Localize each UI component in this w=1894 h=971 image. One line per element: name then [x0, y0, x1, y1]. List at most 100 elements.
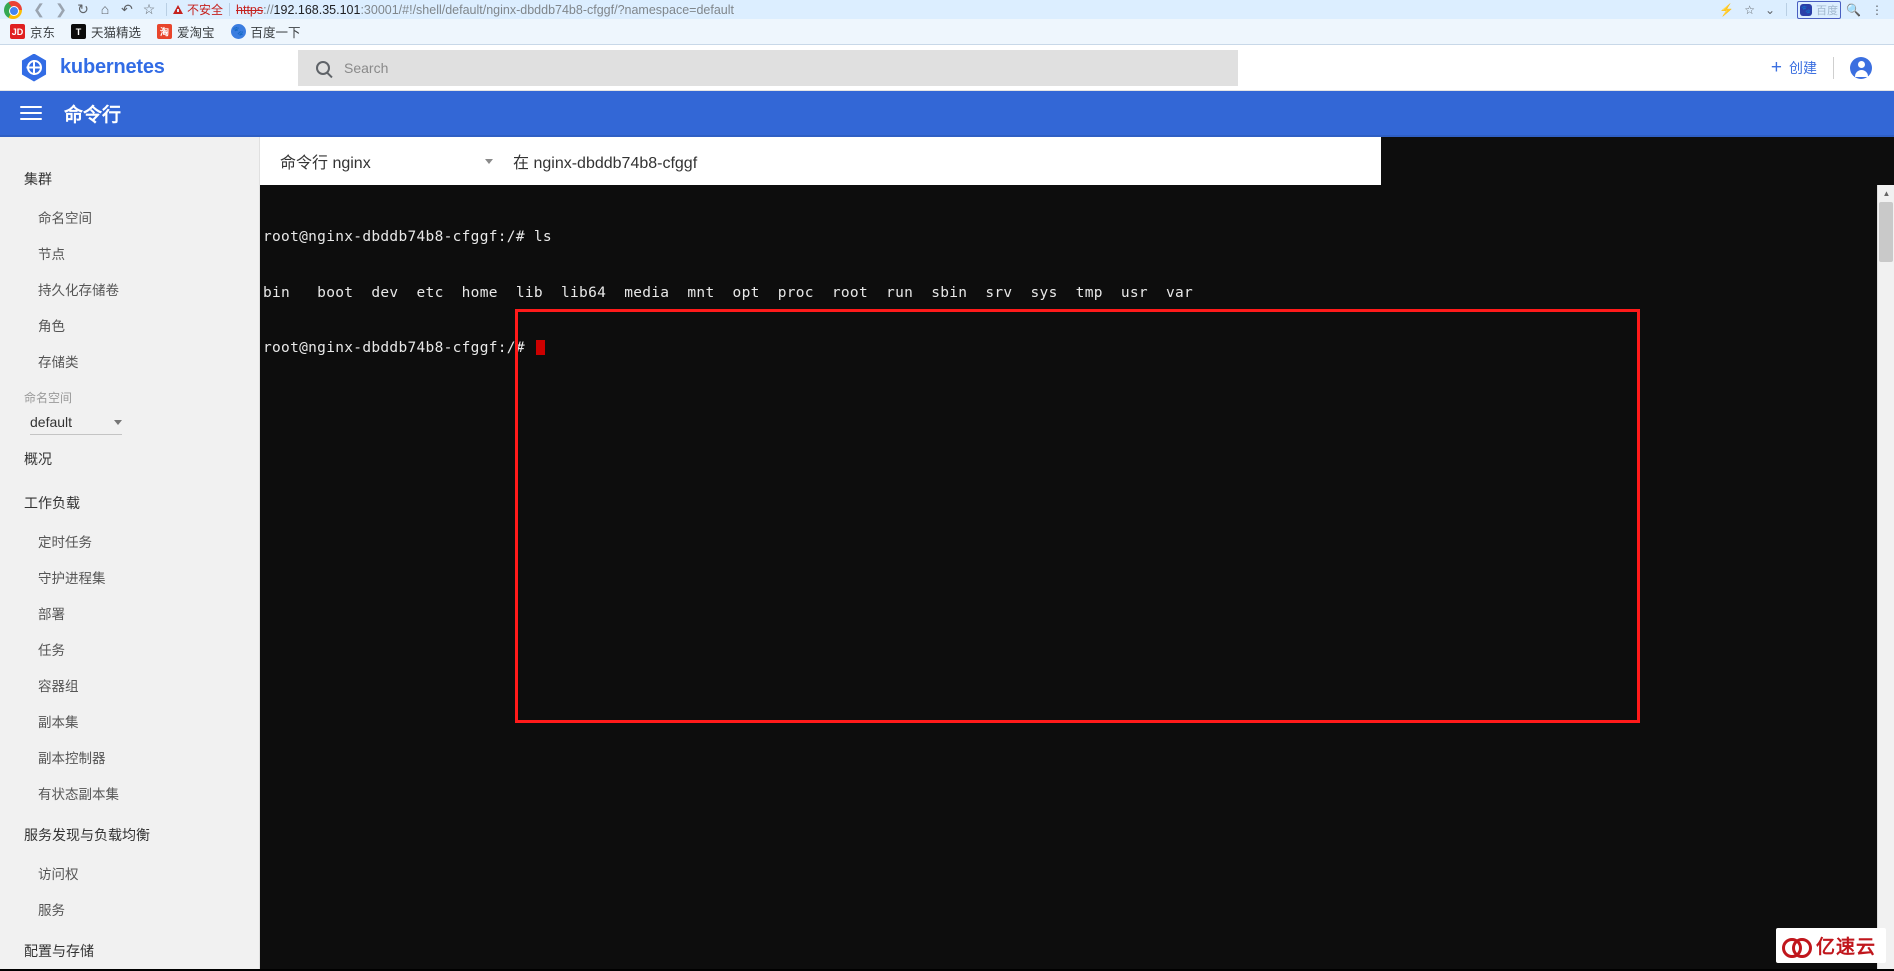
sidebar-item-services[interactable]: 服务	[0, 891, 259, 927]
baidu-extension-label: 百度	[1816, 4, 1839, 17]
sidebar-item-namespaces[interactable]: 命名空间	[0, 199, 259, 235]
container-select-label: 命令行 nginx	[280, 155, 371, 172]
search-icon	[316, 60, 330, 75]
browser-toolbar-right: ⚡ ☆ ⌄ 🐾 百度 🔍 ⋮	[1714, 0, 1894, 19]
sidebar-item-overview[interactable]: 概况	[0, 435, 259, 479]
bookmark-label: 天猫精选	[91, 26, 142, 40]
app-wordmark: kubernetes	[60, 56, 165, 78]
sidebar-item-deployments[interactable]: 部署	[0, 595, 259, 631]
bolt-icon[interactable]: ⚡	[1719, 3, 1734, 17]
shell-panel: 命令行 nginx 在 nginx-dbddb74b8-cfggf root@n…	[260, 137, 1894, 969]
plus-icon: +	[1770, 57, 1782, 78]
terminal-prompt: root@nginx-dbddb74b8-cfggf:/#	[263, 340, 534, 356]
sidebar-item-jobs[interactable]: 任务	[0, 631, 259, 667]
terminal-prompt-line: root@nginx-dbddb74b8-cfggf:/#	[263, 339, 1894, 358]
search-input[interactable]	[344, 59, 1174, 76]
url-separator: ://	[263, 2, 274, 17]
sidebar-item-storage-classes[interactable]: 存储类	[0, 343, 259, 379]
yisuyun-cloud-icon	[1781, 935, 1812, 958]
scrollbar-thumb[interactable]	[1879, 202, 1893, 262]
back-arrow-icon[interactable]: ❮	[28, 0, 50, 19]
sidebar-group-workloads: 工作负载	[24, 495, 80, 511]
warning-triangle-icon	[173, 5, 183, 14]
namespace-selected-value: default	[30, 414, 73, 430]
bookmark-baidu[interactable]: 🐾 百度一下	[230, 22, 301, 41]
triangle-up-icon[interactable]: ▲	[1878, 185, 1894, 202]
namespace-section-label: 命名空间	[24, 391, 73, 405]
star-outline-icon[interactable]: ☆	[1744, 3, 1755, 17]
sidebar-group-config: 配置与存储	[24, 943, 94, 959]
tmall-icon: T	[71, 24, 87, 39]
url-port: :30001	[360, 2, 399, 17]
sidebar-item-pods[interactable]: 容器组	[0, 667, 259, 703]
account-circle-icon[interactable]	[1850, 56, 1872, 79]
terminal-output[interactable]: root@nginx-dbddb74b8-cfggf:/# ls bin boo…	[260, 185, 1894, 969]
header-divider	[1833, 56, 1834, 79]
shell-select-bar: 命令行 nginx 在 nginx-dbddb74b8-cfggf	[260, 137, 1381, 185]
bookmark-taobao[interactable]: 淘 爱淘宝	[157, 22, 215, 41]
url-path: /#!/shell/default/nginx-dbddb74b8-cfggf/…	[398, 2, 734, 17]
sidebar-item-roles[interactable]: 角色	[0, 307, 259, 343]
search-icon[interactable]: 🔍	[1846, 3, 1861, 17]
jd-icon: JD	[10, 24, 25, 39]
browser-chrome: ❮ ❯ ↻ ⌂ ↶ ☆ 不安全 https://192.168.35.101:3…	[0, 0, 1894, 45]
url-divider	[229, 3, 231, 16]
history-icon[interactable]: ↶	[116, 0, 138, 19]
create-label: 创建	[1789, 59, 1817, 76]
taobao-icon: 淘	[157, 24, 173, 39]
sidebar-item-replication-controllers[interactable]: 副本控制器	[0, 739, 259, 775]
ext-divider	[1786, 3, 1788, 16]
chevron-down-icon	[485, 158, 493, 164]
reload-icon[interactable]: ↻	[72, 0, 94, 19]
page-title: 命令行	[64, 104, 122, 126]
sidebar-group-discovery: 服务发现与负载均衡	[24, 827, 150, 843]
star-icon[interactable]: ☆	[138, 0, 160, 19]
bookmark-jd[interactable]: JD 京东	[10, 22, 55, 41]
terminal-scrollbar[interactable]: ▲	[1877, 185, 1894, 969]
security-warning[interactable]: 不安全	[173, 1, 223, 18]
baidu-icon: 🐾	[230, 24, 246, 39]
chevron-down-icon[interactable]: ⌄	[1765, 3, 1775, 17]
bookmarks-bar: JD 京东 T 天猫精选 淘 爱淘宝 🐾 百度一下	[0, 19, 1894, 45]
hamburger-menu-icon[interactable]	[20, 102, 42, 124]
baidu-extension-button[interactable]: 🐾 百度	[1797, 0, 1842, 19]
sidebar-item-cron-jobs[interactable]: 定时任务	[0, 523, 259, 559]
browser-toolbar: ❮ ❯ ↻ ⌂ ↶ ☆ 不安全 https://192.168.35.101:3…	[0, 0, 1894, 19]
app-header: kubernetes + 创建	[0, 45, 1894, 91]
url-scheme: https	[236, 2, 264, 17]
sidebar-item-stateful-sets[interactable]: 有状态副本集	[0, 775, 259, 811]
address-bar[interactable]: https://192.168.35.101:30001/#!/shell/de…	[236, 3, 734, 17]
bookmark-label: 百度一下	[250, 26, 301, 40]
kubernetes-wheel-icon	[21, 53, 47, 82]
home-icon[interactable]: ⌂	[94, 0, 116, 19]
watermark-text: 亿速云	[1815, 937, 1876, 958]
page-toolbar: 命令行	[0, 91, 1894, 137]
toolbar-divider	[166, 3, 167, 16]
baidu-paw-icon: 🐾	[1800, 3, 1813, 16]
sidebar-item-nodes[interactable]: 节点	[0, 235, 259, 271]
sidebar-item-daemon-sets[interactable]: 守护进程集	[0, 559, 259, 595]
chevron-down-icon	[114, 419, 122, 425]
main-content: 命令行 nginx 在 nginx-dbddb74b8-cfggf root@n…	[260, 137, 1894, 969]
container-select-dropdown[interactable]: 命令行 nginx	[280, 149, 505, 173]
bookmark-tmall[interactable]: T 天猫精选	[71, 22, 141, 41]
url-host: 192.168.35.101	[273, 2, 361, 17]
terminal-line: root@nginx-dbddb74b8-cfggf:/# ls	[263, 229, 552, 245]
sidebar-item-persistent-volumes[interactable]: 持久化存储卷	[0, 271, 259, 307]
namespace-select[interactable]: default	[30, 414, 122, 435]
shell-target-pod-name: nginx-dbddb74b8-cfggf	[533, 155, 698, 172]
search-bar[interactable]	[298, 49, 1238, 86]
app-body: 集群 命名空间 节点 持久化存储卷 角色 存储类 命名空间 default 概况…	[0, 137, 1894, 969]
sidebar-item-replica-sets[interactable]: 副本集	[0, 703, 259, 739]
sidebar-nav: 集群 命名空间 节点 持久化存储卷 角色 存储类 命名空间 default 概况…	[0, 137, 260, 969]
forward-arrow-icon[interactable]: ❯	[50, 0, 72, 19]
shell-target-pod: 在 nginx-dbddb74b8-cfggf	[513, 149, 697, 173]
create-button[interactable]: + 创建	[1771, 58, 1817, 78]
menu-dots-icon[interactable]: ⋮	[1871, 3, 1883, 17]
app-logo[interactable]: kubernetes	[0, 53, 260, 82]
terminal-line: bin boot dev etc home lib lib64 media mn…	[263, 284, 1194, 301]
header-actions: + 创建	[1771, 56, 1894, 79]
sidebar-item-ingresses[interactable]: 访问权	[0, 855, 259, 891]
bookmark-label: 爱淘宝	[177, 26, 215, 40]
sidebar-group-cluster: 集群	[24, 171, 52, 187]
